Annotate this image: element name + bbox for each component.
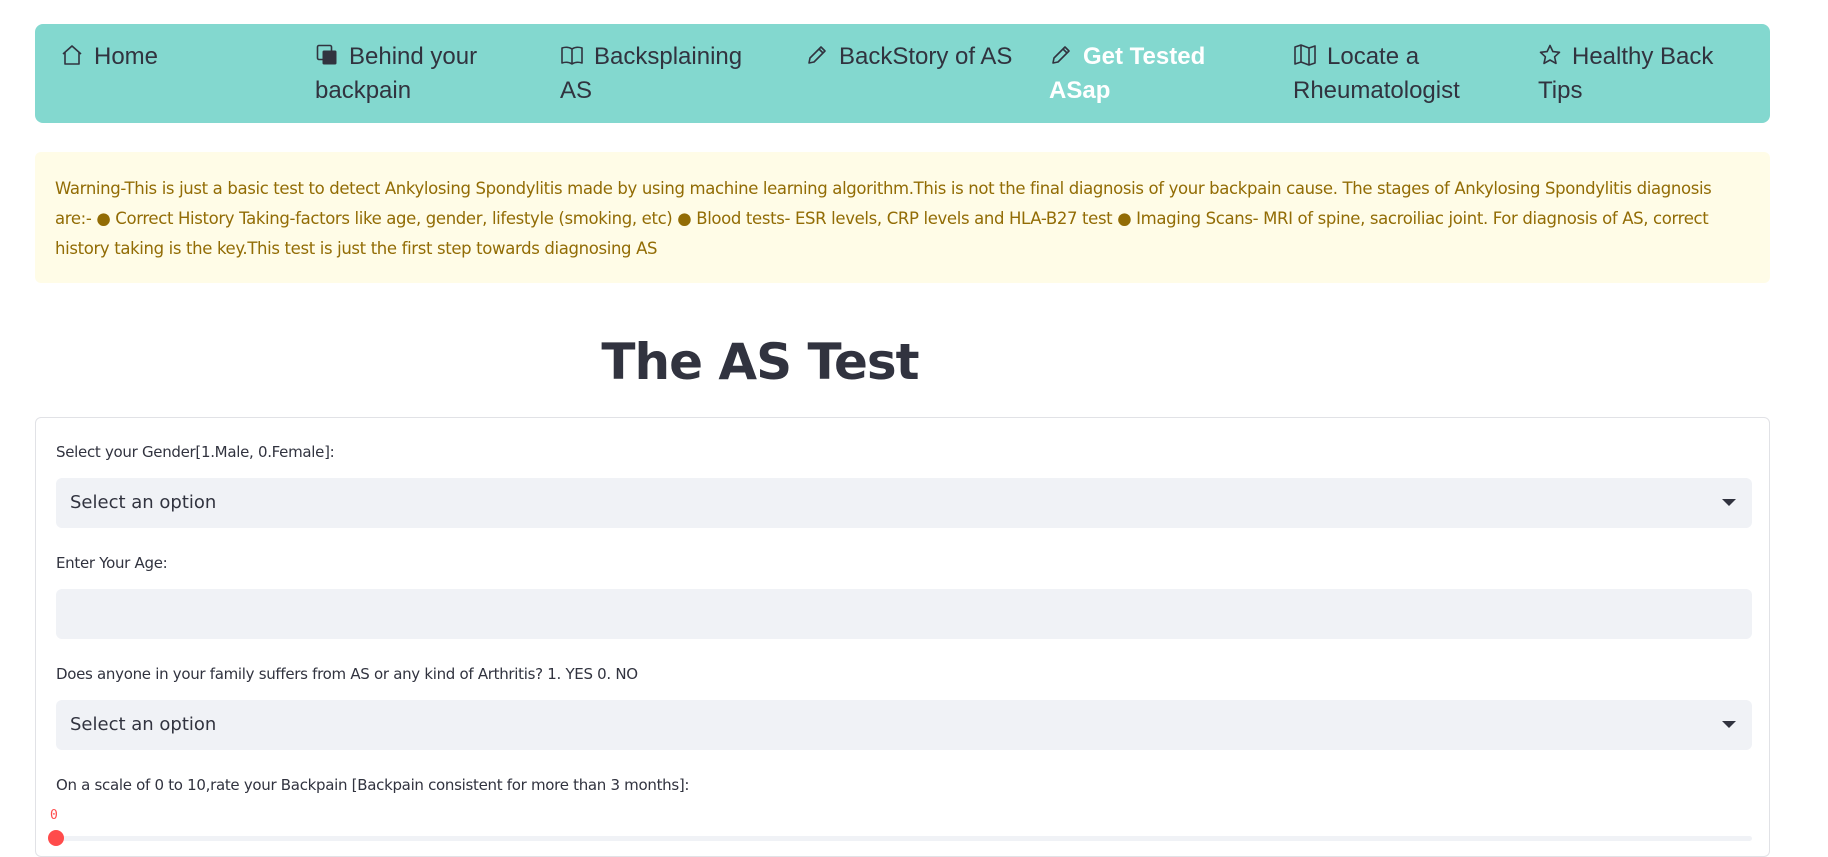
squares-icon xyxy=(315,43,339,67)
warning-alert: Warning-This is just a basic test to det… xyxy=(35,152,1770,283)
top-navigation-bar: Home Behind your backpain Backsplaining … xyxy=(35,24,1770,123)
backpain-slider-thumb[interactable] xyxy=(48,830,64,846)
nav-item-locate-a-rheumatologist[interactable]: Locate a Rheumatologist xyxy=(1293,40,1508,108)
warning-text: Warning-This is just a basic test to det… xyxy=(55,179,1712,258)
gender-select[interactable]: Select an option xyxy=(56,478,1752,528)
backpain-slider-track[interactable] xyxy=(48,830,1752,846)
house-icon xyxy=(60,43,84,67)
map-icon xyxy=(1293,43,1317,67)
gender-label: Select your Gender[1.Male, 0.Female]: xyxy=(56,443,335,461)
gender-select-value: Select an option xyxy=(70,492,217,513)
star-icon xyxy=(1538,43,1562,67)
family-history-select-value: Select an option xyxy=(70,714,217,735)
backpain-label: On a scale of 0 to 10,rate your Backpain… xyxy=(56,776,690,794)
book-icon xyxy=(560,43,584,67)
nav-item-label: Behind your backpain xyxy=(315,43,478,104)
family-history-label: Does anyone in your family suffers from … xyxy=(56,665,638,683)
nav-item-behind-your-backpain[interactable]: Behind your backpain xyxy=(315,40,530,108)
nav-item-home[interactable]: Home xyxy=(60,40,275,74)
nav-item-backstory-of-as[interactable]: BackStory of AS xyxy=(805,40,1020,74)
backpain-slider-value: 0 xyxy=(50,808,58,823)
nav-item-label: Home xyxy=(94,43,159,70)
as-test-form: Select your Gender[1.Male, 0.Female]: Se… xyxy=(35,417,1770,857)
nav-item-get-tested-asap[interactable]: Get Tested ASap xyxy=(1049,40,1264,108)
nav-item-label: Healthy Back Tips xyxy=(1538,43,1714,104)
pencil-icon xyxy=(805,43,829,67)
age-label: Enter Your Age: xyxy=(56,554,168,572)
age-input[interactable] xyxy=(56,589,1752,639)
nav-item-label: BackStory of AS xyxy=(839,43,1013,70)
page-title: The AS Test xyxy=(601,333,919,391)
nav-item-label: Locate a Rheumatologist xyxy=(1293,43,1460,104)
nav-item-label: Backsplaining AS xyxy=(560,43,743,104)
chevron-down-icon xyxy=(1722,499,1736,506)
family-history-select[interactable]: Select an option xyxy=(56,700,1752,750)
nav-item-backsplaining-as[interactable]: Backsplaining AS xyxy=(560,40,775,108)
pencil-icon xyxy=(1049,43,1073,67)
nav-item-healthy-back-tips[interactable]: Healthy Back Tips xyxy=(1538,40,1753,108)
chevron-down-icon xyxy=(1722,721,1736,728)
